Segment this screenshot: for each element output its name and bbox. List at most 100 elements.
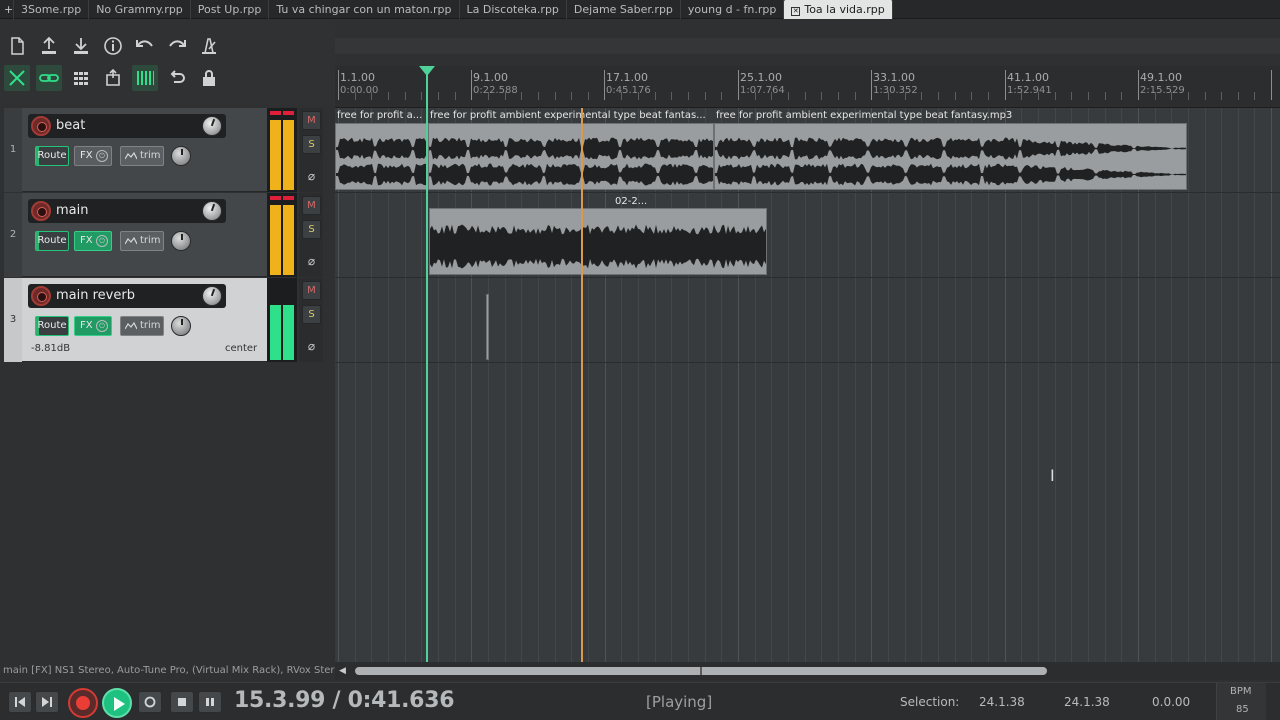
fx-button[interactable]: FX ⏻: [74, 146, 112, 166]
trim-button[interactable]: trim: [120, 231, 164, 251]
item-title: free for profit a...: [337, 110, 423, 121]
volume-knob[interactable]: [202, 116, 222, 136]
undo-icon[interactable]: [132, 33, 158, 59]
power-icon[interactable]: ⏻: [96, 150, 108, 162]
open-project-icon[interactable]: [68, 33, 94, 59]
track-meter-main[interactable]: [267, 193, 297, 277]
volume-knob[interactable]: [202, 201, 222, 221]
route-button[interactable]: Route: [35, 316, 69, 336]
play-button[interactable]: [102, 688, 132, 718]
bpm-field[interactable]: BPM 85: [1216, 683, 1266, 720]
media-item[interactable]: [429, 208, 767, 275]
scroll-left-icon[interactable]: ◀: [339, 666, 349, 676]
solo-button[interactable]: S: [302, 135, 321, 154]
phase-invert-icon[interactable]: ⌀: [302, 168, 321, 187]
repeat-button[interactable]: [138, 691, 162, 713]
loop-icon[interactable]: [164, 65, 190, 91]
ruler-time-label: 1:30.352: [873, 85, 918, 96]
position-display[interactable]: 15.3.99 / 0:41.636: [234, 688, 455, 713]
tab-young-d-fn[interactable]: young d - fn.rpp: [681, 0, 785, 19]
solo-button[interactable]: S: [302, 305, 321, 324]
tab-tu-va-chingar[interactable]: Tu va chingar con un maton.rpp: [269, 0, 460, 19]
pan-knob[interactable]: [171, 231, 191, 251]
record-arm-button[interactable]: [31, 201, 51, 221]
lock-icon[interactable]: [196, 65, 222, 91]
item-group-icon[interactable]: [100, 65, 126, 91]
track-header-beat[interactable]: 1 beat Route FX ⏻ trim: [4, 108, 267, 192]
scroll-thumb[interactable]: [355, 667, 1047, 675]
grid-icon[interactable]: [132, 65, 158, 91]
info-icon[interactable]: [100, 33, 126, 59]
track-name[interactable]: main: [56, 203, 88, 218]
media-item[interactable]: [714, 123, 1187, 190]
track-number[interactable]: 3: [4, 278, 22, 362]
media-item[interactable]: [428, 123, 714, 190]
new-project-icon[interactable]: [4, 33, 30, 59]
pan-knob[interactable]: [171, 316, 191, 336]
record-arm-button[interactable]: [31, 286, 51, 306]
save-project-icon[interactable]: [36, 33, 62, 59]
tab-post-up[interactable]: Post Up.rpp: [191, 0, 270, 19]
track-lane-main-reverb[interactable]: [335, 278, 1280, 363]
horizontal-scrollbar[interactable]: ◀: [335, 662, 1280, 680]
trim-button[interactable]: trim: [120, 146, 164, 166]
ruler-region-lane[interactable]: [335, 38, 1280, 54]
tab-dejame-saber[interactable]: Dejame Saber.rpp: [567, 0, 681, 19]
solo-button[interactable]: S: [302, 220, 321, 239]
phase-invert-icon[interactable]: ⌀: [302, 253, 321, 272]
track-meter-main-reverb[interactable]: [267, 278, 297, 362]
pause-button[interactable]: [198, 691, 222, 713]
tab-no-grammy[interactable]: No Grammy.rpp: [89, 0, 191, 19]
fx-label: FX: [80, 150, 93, 161]
phase-invert-icon[interactable]: ⌀: [302, 338, 321, 357]
power-icon[interactable]: ⏻: [96, 320, 108, 332]
ruler-time-label: 1:52.941: [1007, 85, 1052, 96]
record-arm-button[interactable]: [31, 116, 51, 136]
route-button[interactable]: Route: [35, 231, 69, 251]
route-button[interactable]: Route: [35, 146, 69, 166]
track-header-main-reverb[interactable]: 3 main reverb Route FX ⏻ trim -8.81dB cen…: [4, 278, 267, 362]
record-button[interactable]: [68, 688, 98, 718]
track-number[interactable]: 2: [4, 193, 22, 277]
tab-toa-la-vida[interactable]: ✕ Toa la vida.rpp: [784, 0, 893, 19]
pan-knob[interactable]: [171, 146, 191, 166]
grouping-icon[interactable]: [36, 65, 62, 91]
fx-button[interactable]: FX ⏻: [74, 316, 112, 336]
metronome-icon[interactable]: [196, 33, 222, 59]
mute-button[interactable]: M: [302, 196, 321, 215]
go-to-end-button[interactable]: [35, 691, 59, 713]
selection-length[interactable]: 0.0.00: [1152, 695, 1190, 709]
track-name[interactable]: beat: [56, 118, 85, 133]
mute-button[interactable]: M: [302, 281, 321, 300]
track-meter-beat[interactable]: [267, 108, 297, 192]
selection-start[interactable]: 24.1.38: [979, 695, 1025, 709]
stop-button[interactable]: [170, 691, 194, 713]
ripple-edit-icon[interactable]: [4, 65, 30, 91]
media-item[interactable]: [486, 294, 489, 360]
edit-cursor[interactable]: [426, 66, 428, 662]
edit-cursor-handle-icon[interactable]: [419, 66, 435, 76]
power-icon[interactable]: ⏻: [96, 235, 108, 247]
trim-label: trim: [140, 150, 161, 161]
go-to-start-button[interactable]: [8, 691, 32, 713]
new-tab-button[interactable]: +: [0, 0, 14, 19]
track-header-main[interactable]: 2 main Route FX ⏻ trim: [4, 193, 267, 277]
media-item[interactable]: [335, 123, 429, 190]
bpm-value[interactable]: 85: [1236, 704, 1249, 715]
arrange-view[interactable]: free for profit a... free for profit amb…: [335, 108, 1280, 662]
redo-icon[interactable]: [164, 33, 190, 59]
fx-button[interactable]: FX ⏻: [74, 231, 112, 251]
trim-label: trim: [140, 235, 161, 246]
trim-button[interactable]: trim: [120, 316, 164, 336]
tab-la-discoteka[interactable]: La Discoteka.rpp: [460, 0, 567, 19]
selection-end[interactable]: 24.1.38: [1064, 695, 1110, 709]
item-title: free for profit ambient experimental typ…: [430, 110, 706, 121]
track-name[interactable]: main reverb: [56, 288, 135, 303]
mute-button[interactable]: M: [302, 111, 321, 130]
timeline-ruler[interactable]: 1.1.00 0:00.00 9.1.00 0:22.588 17.1.00 0…: [335, 66, 1280, 108]
snap-grid-icon[interactable]: [68, 65, 94, 91]
close-tab-icon[interactable]: ✕: [791, 7, 801, 16]
tab-3some[interactable]: 3Some.rpp: [14, 0, 90, 19]
volume-knob[interactable]: [202, 286, 222, 306]
track-number[interactable]: 1: [4, 108, 22, 192]
